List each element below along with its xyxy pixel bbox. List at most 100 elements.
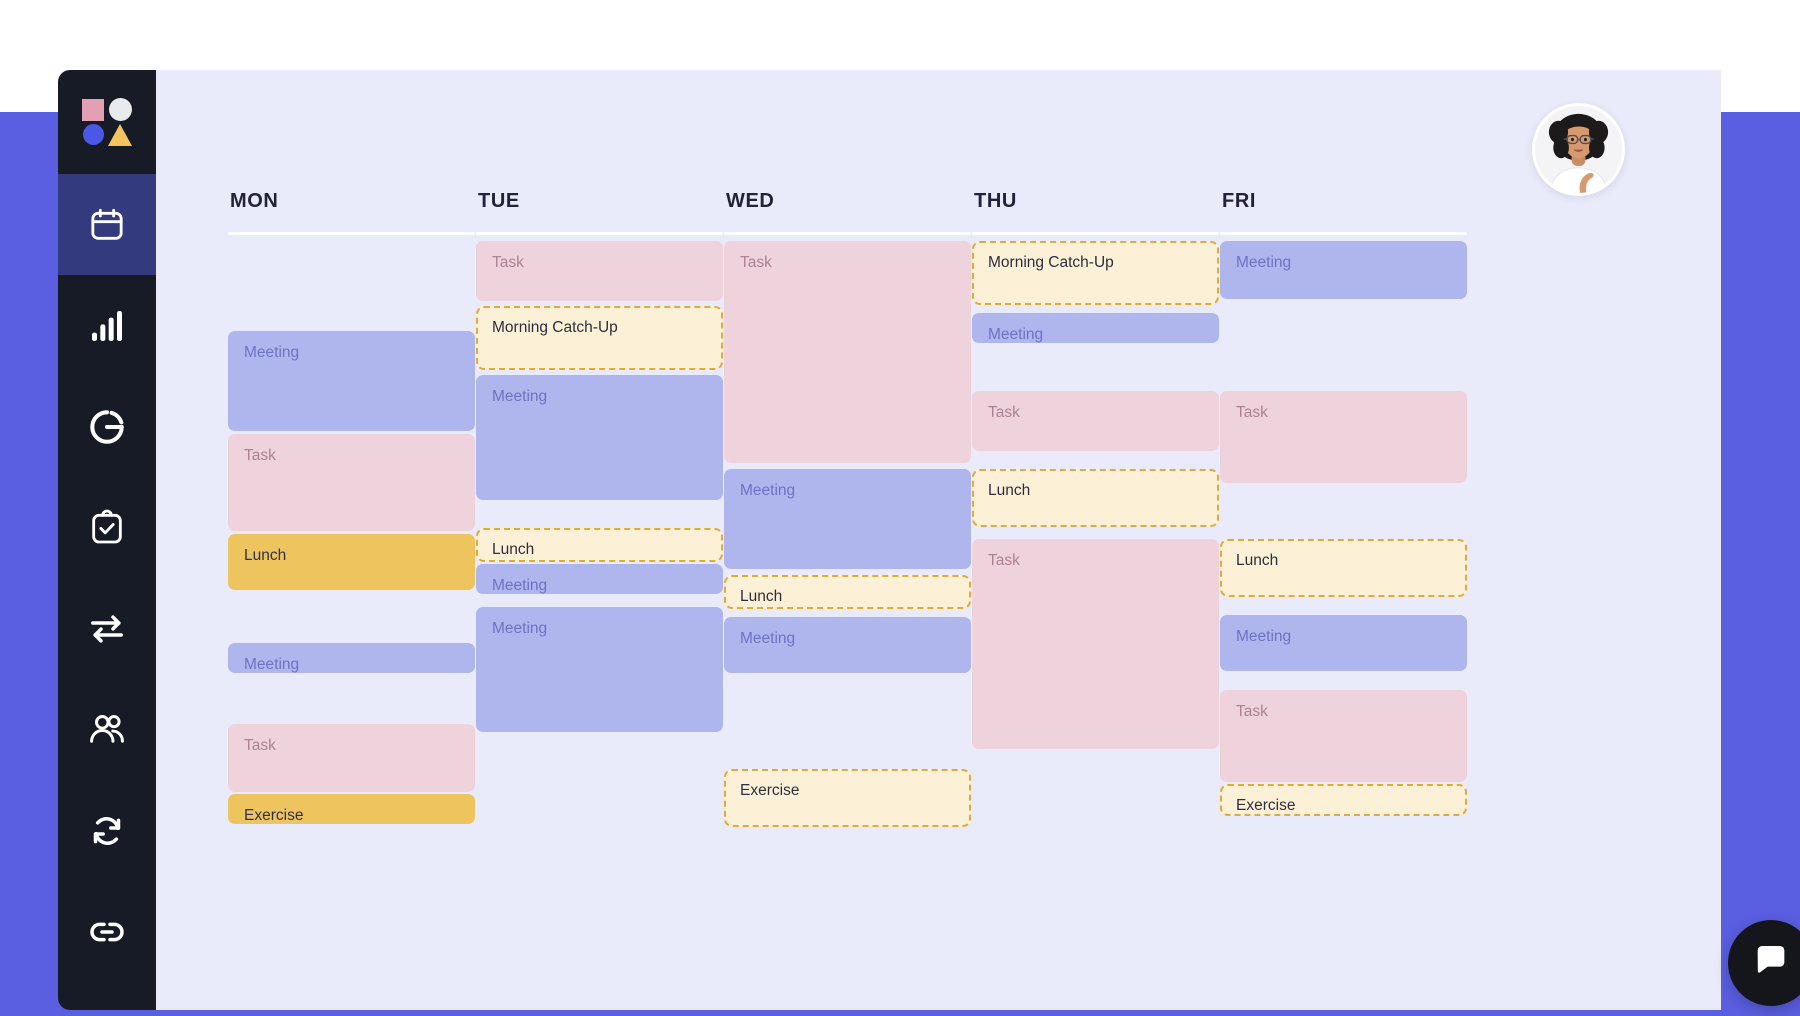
- logo-pink-square-icon: [82, 98, 104, 121]
- sidebar-item-sync[interactable]: [58, 780, 156, 881]
- app-window: MON Meeting Task Lunch Meeting Task Exercise TU…: [58, 70, 1721, 1010]
- shapes-logo: [80, 97, 134, 147]
- calendar-event-title: Task: [244, 447, 276, 464]
- day-divider: [228, 232, 475, 235]
- day-column-wed: WED Task Meeting Lunch Meeting Exercise: [724, 190, 972, 980]
- day-column-tue: TUE Task Morning Catch-Up Meeting Lunch Meeti…: [476, 190, 724, 980]
- calendar-event[interactable]: Exercise: [724, 769, 971, 827]
- calendar-event[interactable]: Lunch: [1220, 539, 1467, 597]
- calendar-event-title: Meeting: [244, 656, 300, 673]
- calendar-event-title: Morning Catch-Up: [492, 319, 618, 336]
- calendar-icon: [87, 205, 127, 245]
- sidebar-item-transfers[interactable]: [58, 578, 156, 679]
- day-header-label: WED: [726, 190, 775, 212]
- calendar-event-title: Task: [988, 404, 1020, 421]
- sidebar-item-links[interactable]: [58, 881, 156, 982]
- app-logo[interactable]: [58, 70, 156, 174]
- calendar-event[interactable]: Lunch: [972, 469, 1219, 527]
- calendar-event-title: Meeting: [244, 344, 300, 361]
- calendar-event-title: Meeting: [1236, 628, 1292, 645]
- week-grid: MON Meeting Task Lunch Meeting Task Exercise TU…: [228, 190, 1691, 980]
- calendar-event-title: Lunch: [492, 541, 535, 558]
- clipboard-check-icon: [87, 508, 127, 548]
- screen-root: MON Meeting Task Lunch Meeting Task Exercise TU…: [0, 0, 1800, 1016]
- calendar-event-title: Task: [988, 552, 1020, 569]
- calendar-event-title: Lunch: [740, 588, 783, 605]
- logo-blue-circle-icon: [82, 124, 104, 145]
- user-avatar[interactable]: [1532, 103, 1625, 196]
- calendar-event-title: Exercise: [244, 807, 304, 824]
- calendar-event-title: Meeting: [740, 482, 796, 499]
- calendar-event[interactable]: Meeting: [228, 643, 475, 673]
- calendar-event[interactable]: Meeting: [1220, 615, 1467, 671]
- calendar-event-title: Exercise: [1236, 797, 1296, 814]
- day-divider: [476, 232, 723, 235]
- calendar-event[interactable]: Task: [1220, 391, 1467, 483]
- calendar-event-title: Morning Catch-Up: [988, 254, 1114, 271]
- calendar-event-title: Meeting: [1236, 254, 1292, 271]
- calendar-event[interactable]: Meeting: [972, 313, 1219, 343]
- calendar-event[interactable]: Meeting: [1220, 241, 1467, 299]
- sidebar-item-tasks[interactable]: [58, 477, 156, 578]
- calendar-event-title: Meeting: [740, 630, 796, 647]
- calendar-event-title: Lunch: [1236, 552, 1279, 569]
- calendar-event[interactable]: Meeting: [228, 331, 475, 431]
- calendar-event[interactable]: Task: [228, 434, 475, 531]
- calendar-event[interactable]: Task: [1220, 690, 1467, 782]
- chat-bubble-icon: [1751, 941, 1791, 986]
- calendar-event[interactable]: Meeting: [724, 617, 971, 673]
- calendar-event[interactable]: Morning Catch-Up: [972, 241, 1219, 305]
- sidebar-item-reports[interactable]: [58, 376, 156, 477]
- calendar-event[interactable]: Exercise: [1220, 784, 1467, 816]
- sidebar-item-analytics[interactable]: [58, 275, 156, 376]
- day-event-track: Meeting Task Lunch Meeting Task Exercise: [228, 241, 475, 971]
- calendar-event[interactable]: Exercise: [228, 794, 475, 824]
- calendar-event[interactable]: Lunch: [228, 534, 475, 590]
- calendar-event-title: Task: [1236, 404, 1268, 421]
- logo-white-circle-icon: [108, 98, 132, 121]
- donut-chart-icon: [86, 406, 128, 448]
- day-event-track: Task Morning Catch-Up Meeting Lunch Meeting M…: [476, 241, 723, 971]
- sync-icon: [87, 811, 127, 851]
- bar-chart-icon: [87, 306, 127, 346]
- day-event-track: Morning Catch-Up Meeting Task Lunch Task: [972, 241, 1219, 971]
- day-header-label: THU: [974, 190, 1017, 212]
- calendar-event-title: Task: [244, 737, 276, 754]
- calendar-event-title: Task: [740, 254, 772, 271]
- sidebar-item-calendar[interactable]: [58, 174, 156, 275]
- calendar-event[interactable]: Morning Catch-Up: [476, 306, 723, 370]
- day-event-track: Task Meeting Lunch Meeting Exercise: [724, 241, 971, 971]
- logo-yellow-triangle-icon: [108, 123, 132, 146]
- calendar-event-title: Lunch: [988, 482, 1031, 499]
- day-column-thu: THU Morning Catch-Up Meeting Task Lunch Task: [972, 190, 1220, 980]
- link-icon: [87, 912, 127, 952]
- calendar-event[interactable]: Meeting: [476, 375, 723, 500]
- calendar-event[interactable]: Task: [972, 391, 1219, 451]
- calendar-event[interactable]: Meeting: [476, 564, 723, 594]
- day-column-fri: FRI Meeting Task Lunch Meeting Task Exercise: [1220, 190, 1468, 980]
- day-event-track: Meeting Task Lunch Meeting Task Exercise: [1220, 241, 1467, 971]
- calendar-canvas: MON Meeting Task Lunch Meeting Task Exercise TU…: [156, 70, 1721, 1010]
- calendar-event-title: Meeting: [492, 620, 548, 637]
- calendar-event-title: Task: [1236, 703, 1268, 720]
- calendar-event-title: Meeting: [492, 577, 548, 594]
- calendar-event[interactable]: Task: [972, 539, 1219, 749]
- day-column-mon: MON Meeting Task Lunch Meeting Task Exercise: [228, 190, 476, 980]
- calendar-event-title: Meeting: [492, 388, 548, 405]
- sidebar: [58, 70, 156, 1010]
- calendar-event[interactable]: Meeting: [724, 469, 971, 569]
- calendar-event[interactable]: Meeting: [476, 607, 723, 732]
- calendar-event[interactable]: Task: [476, 241, 723, 301]
- calendar-event[interactable]: Task: [724, 241, 971, 463]
- day-header-label: FRI: [1222, 190, 1257, 212]
- calendar-event[interactable]: Lunch: [476, 528, 723, 562]
- calendar-event-title: Task: [492, 254, 524, 271]
- sidebar-item-team[interactable]: [58, 679, 156, 780]
- calendar-event-title: Lunch: [244, 547, 287, 564]
- day-header-label: MON: [230, 190, 279, 212]
- calendar-event[interactable]: Task: [228, 724, 475, 792]
- calendar-event[interactable]: Lunch: [724, 575, 971, 609]
- day-divider: [724, 232, 971, 235]
- day-divider: [1220, 232, 1467, 235]
- avatar-portrait-icon: [1535, 106, 1622, 193]
